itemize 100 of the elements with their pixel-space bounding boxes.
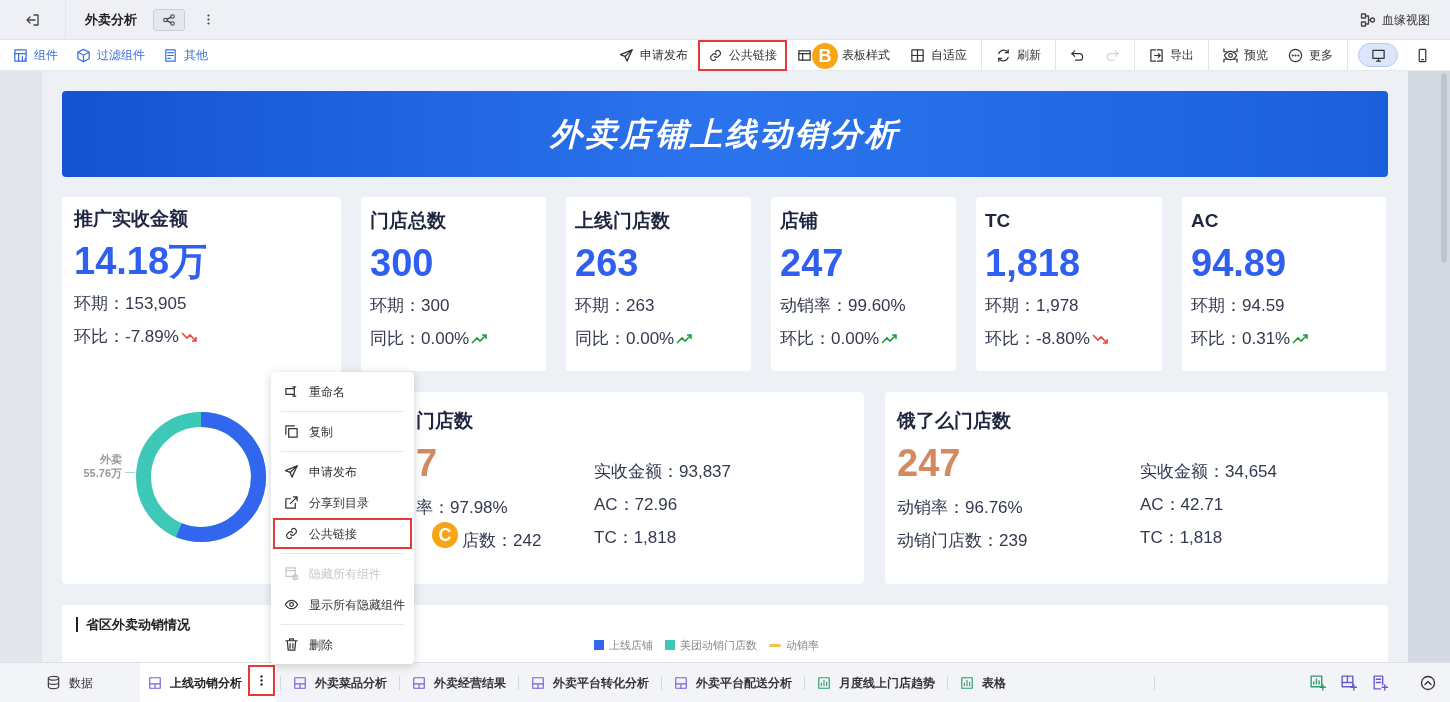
kpi-metric: 同比：0.00% [370, 327, 470, 350]
toolbar-button[interactable]: 导出 [1139, 39, 1204, 71]
sheet-tab[interactable]: 外卖平台转化分析 [523, 663, 657, 702]
card-title: 门店数 [416, 409, 474, 433]
card-metric: 实收金额：34,654 [1140, 461, 1277, 483]
lineage-icon[interactable] [1360, 11, 1376, 28]
kpi-value: 14.18万 [74, 239, 209, 284]
sheet-tab[interactable]: 表格 [952, 663, 1014, 702]
add-dashboard-icon[interactable] [1340, 674, 1357, 691]
kpi-title: 推广实收金额 [74, 207, 189, 231]
kpi-metric: 环期：263 [575, 294, 655, 317]
toolbar-button[interactable]: 过滤组件 [76, 46, 145, 64]
toolbar-button[interactable]: 其他 [163, 46, 208, 64]
kpi-metric: 环比：0.00% [780, 327, 880, 350]
legend-label: 美团动销门店数 [680, 638, 757, 653]
chart-title: 省区外卖动销情况 [86, 616, 190, 634]
more-vertical-icon [260, 675, 263, 686]
sheet-tab[interactable]: 上线动销分析 [140, 663, 276, 702]
kpi-value: 263 [575, 241, 640, 286]
kpi-value: 1,818 [985, 241, 1082, 286]
cube-icon [76, 47, 91, 63]
monitor-icon [1370, 47, 1386, 63]
kpi-metric: 同比：0.00% [575, 327, 675, 350]
kpi-metric: 动销率：99.60% [780, 294, 906, 317]
toolbar-button[interactable]: 组件 [13, 46, 58, 64]
card-metric: AC：42.71 [1140, 494, 1225, 516]
desktop-view-button[interactable] [1358, 43, 1398, 67]
donut-value: 55.76万 [83, 466, 122, 480]
kpi-metric: 环期：94.59 [1191, 294, 1285, 317]
card-metric: TC：1,818 [594, 527, 678, 549]
dashboard-icon [293, 675, 307, 690]
more-vertical-icon[interactable] [207, 14, 210, 25]
sheet-tab[interactable]: 外卖菜品分析 [285, 663, 395, 702]
menu-item[interactable]: 复制 [273, 416, 412, 447]
paper-plane-icon [284, 464, 299, 479]
trend-up-icon [1292, 332, 1310, 345]
menu-item[interactable]: 公共链接 [273, 518, 412, 549]
toolbar-button[interactable]: 自适应 [900, 39, 977, 71]
store-count: 247 [897, 441, 962, 486]
banner-title: 外卖店铺上线动销分析 [550, 115, 900, 154]
copy-icon [284, 424, 299, 439]
trend-down-icon [180, 330, 198, 343]
link-icon [284, 526, 299, 541]
dashboard-icon [531, 675, 545, 690]
share-button[interactable] [153, 8, 185, 31]
collapse-icon[interactable] [1420, 674, 1436, 691]
kpi-title: TC [985, 209, 1012, 233]
sheet-tab[interactable]: 外卖平台配送分析 [666, 663, 800, 702]
add-chart-icon[interactable] [1309, 674, 1326, 691]
dashboard-title: 外卖分析 [85, 10, 137, 29]
exit-icon[interactable] [24, 11, 41, 28]
add-report-icon[interactable] [1371, 674, 1388, 691]
kpi-metric: 环比：0.31% [1191, 327, 1291, 350]
trend-up-icon [676, 332, 694, 345]
document-icon [163, 47, 178, 63]
card-metric: 店数：242 [462, 530, 542, 552]
rename-icon [284, 384, 299, 399]
menu-item[interactable]: 删除 [273, 629, 412, 660]
kpi-value: 94.89 [1191, 241, 1288, 286]
kpi-title: 门店总数 [370, 209, 447, 233]
lineage-view-link[interactable]: 血缘视图 [1382, 10, 1430, 29]
dashboard-icon [412, 675, 426, 690]
kpi-metric: 环期：1,978 [985, 294, 1079, 317]
card-metric: AC：72.96 [594, 494, 679, 516]
dashboard-icon [674, 675, 688, 690]
share-icon [162, 12, 176, 27]
legend-label: 上线店铺 [609, 638, 653, 653]
toolbar-button[interactable]: 预览 [1213, 39, 1278, 71]
card-metric: 率：97.98% [416, 497, 508, 519]
chart-panel-icon [13, 47, 28, 63]
legend-label: 动销率 [786, 638, 819, 653]
database-icon [46, 675, 61, 690]
card-metric: TC：1,818 [1140, 527, 1224, 549]
trend-down-icon [1091, 332, 1109, 345]
trash-icon [284, 637, 299, 652]
eye-icon [284, 597, 299, 612]
menu-item[interactable]: 重命名 [273, 376, 412, 407]
tab-menu-button[interactable] [248, 665, 275, 696]
chart-icon [817, 675, 831, 690]
card-metric: 动销率：96.76% [897, 497, 1023, 519]
store-count: 7 [416, 441, 439, 486]
toolbar-button[interactable]: 刷新 [986, 39, 1051, 71]
menu-item[interactable]: 申请发布 [273, 456, 412, 487]
kpi-metric: 环期：300 [370, 294, 450, 317]
chart-icon [960, 675, 974, 690]
kpi-title: 上线门店数 [575, 209, 671, 233]
dashboard-icon [148, 675, 162, 690]
trend-up-icon [881, 332, 899, 345]
data-tab[interactable]: 数据 [69, 673, 93, 692]
menu-item[interactable]: 分享到目录 [273, 487, 412, 518]
kpi-metric: 环比：-8.80% [985, 327, 1090, 350]
sheet-tab[interactable]: 外卖经营结果 [404, 663, 514, 702]
toolbar-button[interactable]: 更多 [1278, 39, 1343, 71]
sheet-tab[interactable]: 月度线上门店趋势 [809, 663, 943, 702]
leader-line [125, 472, 135, 473]
kpi-metric: 环期：153,905 [74, 292, 187, 315]
card-metric: 实收金额：93,837 [594, 461, 731, 483]
toolbar-button[interactable]: 申请发布 [609, 39, 698, 71]
menu-item[interactable]: 显示所有隐藏组件 [273, 589, 412, 620]
toolbar-button[interactable]: 公共链接 [698, 39, 787, 71]
